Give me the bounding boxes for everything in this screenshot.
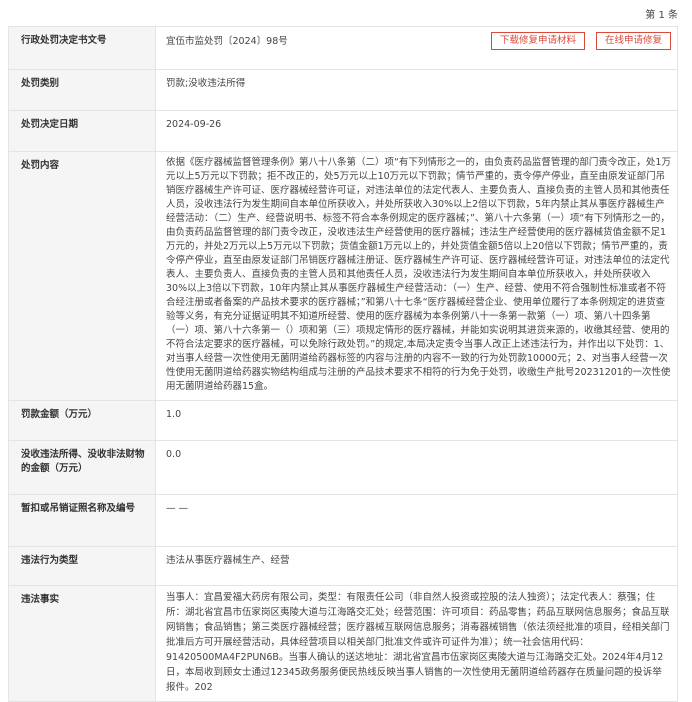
violation-facts-value: 当事人：宜昌爱福大药房有限公司，类型：有限责任公司（非自然人投资或控股的法人独资… xyxy=(155,585,678,702)
top-bar: 第 1 条 xyxy=(0,0,692,24)
row-penalty-content: 处罚内容 依据《医疗器械监督管理条例》第八十八条第（二）项“有下列情形之一的，由… xyxy=(8,151,678,401)
doc-number-value: 宜伍市监处罚〔2024〕98号 xyxy=(166,36,288,47)
row-violation-facts: 违法事实 当事人：宜昌爱福大药房有限公司，类型：有限责任公司（非自然人投资或控股… xyxy=(8,585,678,702)
doc-number-cell: 宜伍市监处罚〔2024〕98号 下载修复申请材料 在线申请修复 xyxy=(155,26,678,70)
fine-amount-label: 罚款金额（万元） xyxy=(8,400,156,441)
decision-date-label: 处罚决定日期 xyxy=(8,110,156,152)
violation-type-value: 违法从事医疗器械生产、经营 xyxy=(155,546,678,586)
confiscation-amount-label: 没收违法所得、没收非法财物的金额（万元） xyxy=(8,440,156,495)
row-document-number: 行政处罚决定书文号 宜伍市监处罚〔2024〕98号 下载修复申请材料 在线申请修… xyxy=(8,26,678,70)
permit-revocation-label: 暂扣或吊销证照名称及编号 xyxy=(8,494,156,547)
confiscation-amount-value: 0.0 xyxy=(155,440,678,495)
row-violation-type: 违法行为类型 违法从事医疗器械生产、经营 xyxy=(8,546,678,586)
row-penalty-category: 处罚类别 罚款;没收违法所得 xyxy=(8,69,678,111)
penalty-content-value: 依据《医疗器械监督管理条例》第八十八条第（二）项“有下列情形之一的，由负责药品监… xyxy=(155,151,678,401)
violation-type-label: 违法行为类型 xyxy=(8,546,156,586)
doc-number-label: 行政处罚决定书文号 xyxy=(8,26,156,70)
penalty-category-value: 罚款;没收违法所得 xyxy=(155,69,678,111)
row-fine-amount: 罚款金额（万元） 1.0 xyxy=(8,400,678,441)
action-buttons: 下载修复申请材料 在线申请修复 xyxy=(483,32,671,50)
row-decision-date: 处罚决定日期 2024-09-26 xyxy=(8,110,678,152)
penalty-record-table: 行政处罚决定书文号 宜伍市监处罚〔2024〕98号 下载修复申请材料 在线申请修… xyxy=(8,26,678,702)
page-number: 第 1 条 xyxy=(645,10,678,21)
row-confiscation-amount: 没收违法所得、没收非法财物的金额（万元） 0.0 xyxy=(8,440,678,495)
permit-revocation-value: — — xyxy=(155,494,678,547)
download-repair-materials-button[interactable]: 下载修复申请材料 xyxy=(490,32,585,50)
penalty-category-label: 处罚类别 xyxy=(8,69,156,111)
row-permit-revocation: 暂扣或吊销证照名称及编号 — — xyxy=(8,494,678,547)
decision-date-value: 2024-09-26 xyxy=(155,110,678,152)
online-repair-apply-button[interactable]: 在线申请修复 xyxy=(595,32,671,50)
violation-facts-label: 违法事实 xyxy=(8,585,156,702)
fine-amount-value: 1.0 xyxy=(155,400,678,441)
penalty-content-label: 处罚内容 xyxy=(8,151,156,401)
